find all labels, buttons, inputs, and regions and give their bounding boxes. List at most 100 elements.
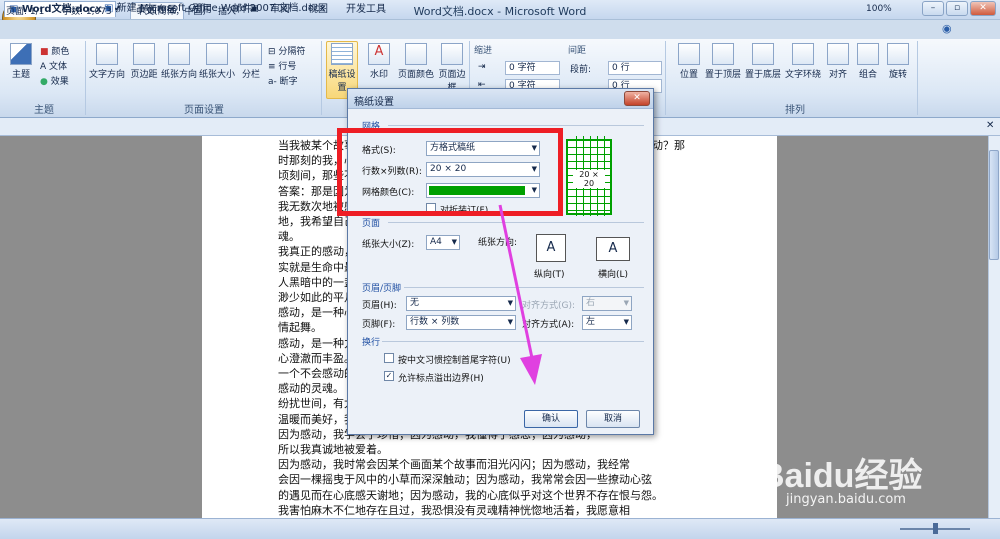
page-color-button[interactable]: 页面颜色 xyxy=(396,43,436,80)
landscape-label: 横向(L) xyxy=(598,270,629,280)
zoom-slider-thumb[interactable] xyxy=(933,523,938,534)
line-wrap-section-label: 换行 xyxy=(362,338,381,348)
group-icon xyxy=(857,43,879,65)
paper-size-label: 纸张大小(Z): xyxy=(362,240,415,250)
punctuation-label: 允许标点溢出边界(H) xyxy=(398,374,484,384)
page-section-label: 页面 xyxy=(362,219,381,229)
text-wrap-button[interactable]: 文字环绕 xyxy=(784,43,822,80)
fonts-icon: A xyxy=(40,62,47,72)
line-numbers-icon: ≡ xyxy=(268,62,276,72)
bring-front-button[interactable]: 置于顶层 xyxy=(704,43,742,80)
draft-settings-button[interactable]: 稿纸设置 xyxy=(326,43,358,93)
colors-icon: ■ xyxy=(40,47,49,57)
text-direction-button[interactable]: 文字方向 xyxy=(88,43,126,80)
macro-record-icon[interactable]: ▣ xyxy=(250,4,259,14)
scroll-thumb[interactable] xyxy=(989,150,999,260)
landscape-button[interactable]: A xyxy=(596,237,630,261)
dialog-title: 稿纸设置 xyxy=(354,97,394,108)
breaks-icon: ⊟ xyxy=(268,47,276,57)
grid-preview-text: 20 × 20 xyxy=(573,170,605,188)
align-button[interactable]: 对齐 xyxy=(826,43,850,80)
position-icon xyxy=(678,43,700,65)
tab-developer[interactable]: 开发工具 xyxy=(340,2,392,19)
spacing-before-label: 段前: xyxy=(570,65,592,75)
header-label: 页眉(H): xyxy=(362,301,397,311)
hyphenation-button[interactable]: a- 断字 xyxy=(268,74,298,87)
header-align-select[interactable]: 右 ▼ xyxy=(582,296,632,311)
margins-icon xyxy=(133,43,155,65)
theme-effects-button[interactable]: ● 效果 xyxy=(40,74,69,87)
effects-icon: ● xyxy=(40,77,48,87)
position-button[interactable]: 位置 xyxy=(676,43,702,80)
page-border-icon xyxy=(441,43,463,65)
align-icon xyxy=(827,43,849,65)
status-words[interactable]: 字数: 1,073 xyxy=(62,4,112,17)
rotate-icon xyxy=(887,43,909,65)
ok-button[interactable]: 确认 xyxy=(524,410,578,428)
page-color-icon xyxy=(405,43,427,65)
help-icon[interactable]: ◉ xyxy=(942,22,952,35)
paper-size-icon xyxy=(206,43,228,65)
group-button[interactable]: 组合 xyxy=(856,43,880,80)
themes-icon xyxy=(10,43,32,65)
hyphenation-icon: a- xyxy=(268,77,277,87)
bring-front-icon xyxy=(712,43,734,65)
arrow-head xyxy=(520,354,542,385)
themes-button[interactable]: 主题 xyxy=(6,43,36,80)
send-back-icon xyxy=(752,43,774,65)
doc-tab-new[interactable]: ▣ 新建 Microsoft Office Word 2007 文档.docx xyxy=(100,1,329,17)
paper-size-button[interactable]: 纸张大小 xyxy=(198,43,236,80)
theme-fonts-button[interactable]: A 文体 xyxy=(40,59,67,72)
document-line[interactable]: 会因一棵摇曳于风中的小草而深深触动；因为感动，我常常会因一些撩动心弦 xyxy=(278,472,698,488)
columns-icon xyxy=(240,43,262,65)
status-language[interactable]: 中文(简体，中国) xyxy=(136,4,206,17)
close-button[interactable]: ✕ xyxy=(970,1,996,16)
document-line[interactable]: 的遇见而在心底感天谢地；因为感动，我的心底似乎对这个世界不存在恨与怨。 xyxy=(278,488,698,504)
text-wrap-icon xyxy=(792,43,814,65)
footer-label: 页脚(F): xyxy=(362,320,396,330)
chinese-rule-checkbox[interactable] xyxy=(384,353,394,363)
spacing-title: 间距 xyxy=(568,46,587,56)
document-line[interactable]: 因为感动，我时常会因某个画面某个故事而泪光闪闪；因为感动，我经常 xyxy=(278,457,698,473)
orientation-icon xyxy=(168,43,190,65)
arrow-annotation xyxy=(498,204,542,385)
columns-button[interactable]: 分栏 xyxy=(238,43,264,80)
minimize-button[interactable]: – xyxy=(922,1,944,16)
indent-left-input[interactable]: 0 字符 xyxy=(505,61,560,75)
watermark-button[interactable]: A 水印 xyxy=(364,43,394,80)
cancel-button[interactable]: 取消 xyxy=(586,410,640,428)
window-title: Word文档.docx - Microsoft Word xyxy=(413,5,587,18)
breaks-button[interactable]: ⊟ 分隔符 xyxy=(268,44,305,57)
ribbon-tab-row xyxy=(0,20,1000,39)
spacing-before-input[interactable]: 0 行 xyxy=(608,61,662,75)
indent-title: 缩进 xyxy=(474,46,493,56)
chevron-down-icon: ▼ xyxy=(623,299,629,307)
divider xyxy=(388,125,644,126)
status-page[interactable]: 页面: 1/1 xyxy=(6,4,44,17)
arrow-line xyxy=(498,204,534,359)
baidu-url: jingyan.baidu.com xyxy=(786,492,906,507)
proofing-icon[interactable]: ✔ xyxy=(114,4,122,14)
doc-tab-close-icon[interactable]: ✕ xyxy=(986,120,994,131)
paper-size-select[interactable]: A4 ▼ xyxy=(426,235,460,250)
margins-button[interactable]: 页边距 xyxy=(128,43,160,80)
draft-paper-icon xyxy=(331,43,353,65)
document-line[interactable]: 所以我真诚地被爱着。 xyxy=(278,442,698,458)
status-zoom[interactable]: 100% xyxy=(866,4,892,14)
indent-left-icon: ⇥ xyxy=(478,62,486,72)
line-numbers-button[interactable]: ≡ 行号 xyxy=(268,59,296,72)
status-insert-mode[interactable]: 插入 xyxy=(218,4,236,17)
punctuation-checkbox[interactable]: ✓ xyxy=(384,371,394,381)
maximize-button[interactable]: ▫ xyxy=(946,1,968,16)
rotate-button[interactable]: 旋转 xyxy=(886,43,910,80)
theme-colors-button[interactable]: ■ 颜色 xyxy=(40,44,69,57)
chevron-down-icon: ▼ xyxy=(623,318,629,326)
dialog-close-button[interactable]: ✕ xyxy=(624,91,650,106)
orientation-button[interactable]: 纸张方向 xyxy=(160,43,198,80)
chevron-down-icon: ▼ xyxy=(451,238,457,246)
status-bar xyxy=(0,518,1000,539)
document-line[interactable]: 我害怕麻木不仁地存在且过，我恐惧没有灵魂精神恍惚地活着，我愿意相 xyxy=(278,503,698,519)
page-border-button[interactable]: 页面边框 xyxy=(438,43,466,93)
send-back-button[interactable]: 置于底层 xyxy=(744,43,782,80)
footer-align-select[interactable]: 左 ▼ xyxy=(582,315,632,330)
